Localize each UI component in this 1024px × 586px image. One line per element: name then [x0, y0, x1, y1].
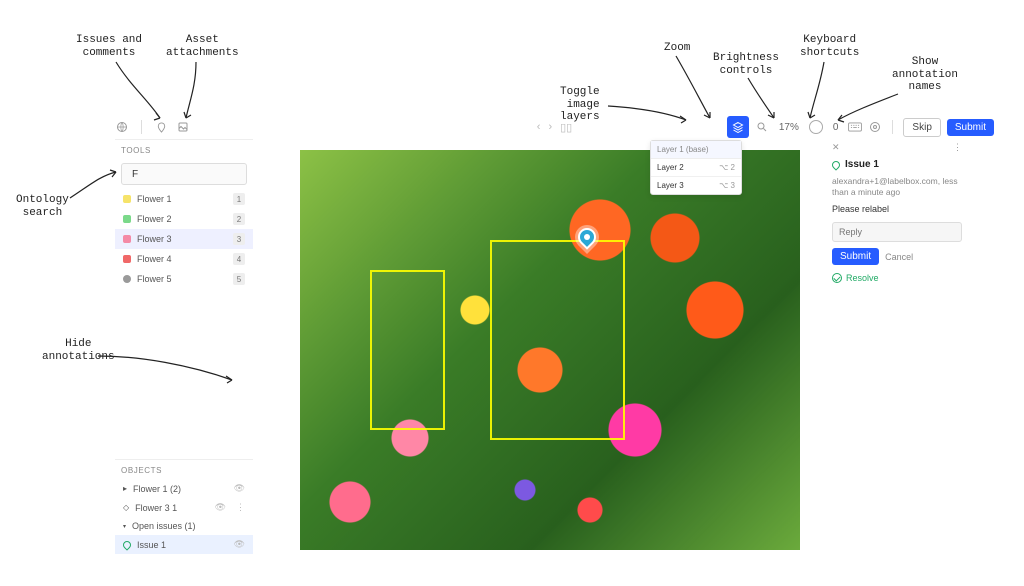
layer-popover: Layer 1 (base) Layer 2⌥ 2 Layer 3⌥ 3	[650, 140, 742, 195]
submit-button[interactable]: Submit	[947, 119, 994, 136]
callout-hide-annotations: Hide annotations	[42, 338, 115, 363]
search-input-wrap[interactable]	[121, 163, 247, 185]
issue-panel: ✕ ⋮ Issue 1 alexandra+1@labelbox.com, le…	[832, 142, 962, 283]
more-icon[interactable]: ⋮	[953, 142, 962, 153]
layer-2[interactable]: Layer 2⌥ 2	[651, 159, 741, 177]
issue-message: Please relabel	[832, 204, 962, 214]
skip-button[interactable]: Skip	[903, 118, 940, 137]
issue-pin-icon[interactable]	[154, 120, 168, 134]
tool-item-flower-3[interactable]: Flower 33	[115, 229, 253, 249]
tool-item-flower-5[interactable]: Flower 55	[115, 269, 253, 289]
tool-list: Flower 11 Flower 22 Flower 33 Flower 44 …	[115, 189, 253, 289]
resolve-button[interactable]: Resolve	[832, 273, 962, 283]
object-open-issues[interactable]: ▾Open issues (1)	[115, 517, 253, 535]
eye-icon[interactable]: 👁	[215, 502, 226, 513]
tool-item-flower-2[interactable]: Flower 22	[115, 209, 253, 229]
callout-zoom: Zoom	[664, 42, 690, 55]
callout-brightness: Brightness controls	[713, 52, 779, 77]
issue-title: Issue 1	[845, 159, 879, 170]
bbox-flower-1-b[interactable]	[490, 240, 625, 440]
prev-button[interactable]: ‹	[537, 121, 541, 133]
eye-icon[interactable]: 👁	[234, 539, 245, 550]
search-input[interactable]	[132, 169, 264, 180]
tool-item-flower-4[interactable]: Flower 44	[115, 249, 253, 269]
callout-keyboard: Keyboard shortcuts	[800, 34, 859, 59]
zoom-value: 17%	[775, 122, 803, 133]
object-issue-1[interactable]: Issue 1👁	[115, 535, 253, 554]
layer-base[interactable]: Layer 1 (base)	[651, 141, 741, 159]
issue-pin-icon	[121, 539, 132, 550]
brightness-icon[interactable]	[809, 120, 823, 134]
callout-ontology-search: Ontology search	[16, 194, 69, 219]
tools-title: TOOLS	[115, 140, 253, 159]
check-icon	[832, 273, 842, 283]
nav-controls: ‹ › ▯▯	[537, 121, 572, 134]
close-icon[interactable]: ✕	[832, 142, 840, 153]
objects-title: OBJECTS	[115, 460, 253, 479]
brightness-value: 0	[829, 122, 843, 133]
callout-asset-attachments: Asset attachments	[166, 34, 239, 59]
image-canvas[interactable]	[300, 150, 800, 550]
keyboard-icon[interactable]	[848, 120, 862, 134]
sidebar: TOOLS Flower 11 Flower 22 Flower 33 Flow…	[115, 139, 253, 561]
objects-list: ▸Flower 1 (2)👁 ◇Flower 3 1👁⋮ ▾Open issue…	[115, 479, 253, 554]
annotation-names-icon[interactable]	[868, 120, 882, 134]
zoom-icon[interactable]	[755, 120, 769, 134]
globe-icon[interactable]	[115, 120, 129, 134]
next-button[interactable]: ›	[548, 121, 552, 133]
object-flower-3-1[interactable]: ◇Flower 3 1👁⋮	[115, 498, 253, 517]
tool-item-flower-1[interactable]: Flower 11	[115, 189, 253, 209]
grid-button[interactable]: ▯▯	[560, 121, 572, 134]
issue-meta: alexandra+1@labelbox.com, less than a mi…	[832, 176, 962, 198]
callout-show-names: Show annotation names	[892, 56, 958, 94]
layers-toggle-button[interactable]	[727, 116, 749, 138]
reply-input[interactable]	[832, 222, 962, 242]
object-flower-1[interactable]: ▸Flower 1 (2)👁	[115, 479, 253, 498]
eye-icon[interactable]: 👁	[234, 483, 245, 494]
bbox-flower-1-a[interactable]	[370, 270, 445, 430]
callout-issues-comments: Issues and comments	[76, 34, 142, 59]
layer-3[interactable]: Layer 3⌥ 3	[651, 177, 741, 194]
issue-cancel-button[interactable]: Cancel	[885, 252, 913, 262]
issue-pin-icon	[830, 159, 841, 170]
attachment-icon[interactable]	[176, 120, 190, 134]
topbar: ‹ › ▯▯ 17% 0 Skip Submit	[115, 115, 994, 139]
issue-submit-button[interactable]: Submit	[832, 248, 879, 265]
